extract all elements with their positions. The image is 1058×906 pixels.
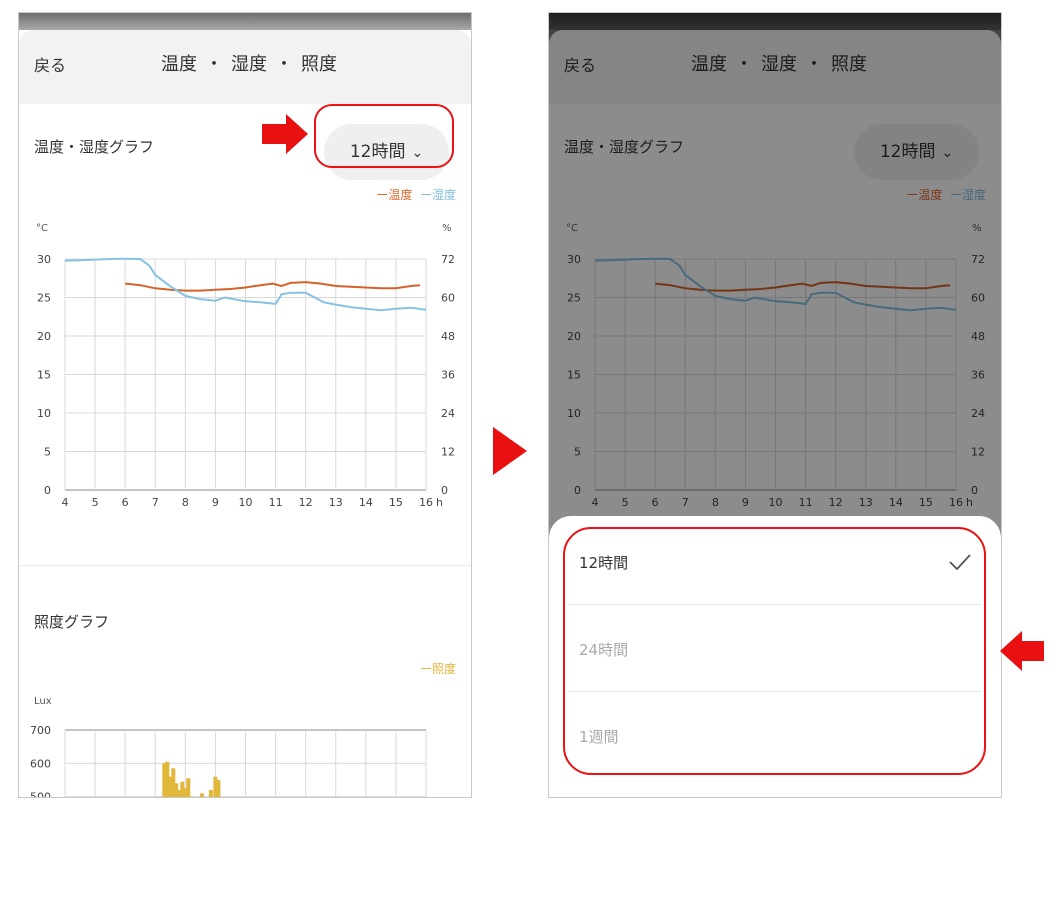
page-title: 温度・湿度・照度	[19, 50, 471, 76]
x-tick-label: 15	[389, 496, 403, 509]
x-tick-label: 16	[419, 496, 433, 509]
legend-temp-swatch: ー	[376, 188, 389, 202]
x-tick-label: 4	[62, 496, 69, 509]
temp-humidity-chart: 05101520253001224364860724 5 6 7 8 9 10 11 12 13 1…	[37, 253, 455, 509]
title-sep: ・	[205, 54, 223, 75]
x-unit-label: h	[436, 496, 443, 509]
legend-humidity-swatch: ー	[419, 188, 432, 202]
title-part-humidity: 湿度	[231, 54, 267, 75]
x-tick-label: 12	[299, 496, 313, 509]
x-tick-label: 5	[92, 496, 99, 509]
range-button-highlight	[314, 104, 454, 168]
x-tick-label: 11	[269, 496, 283, 509]
y-right-tick-label: 36	[441, 369, 455, 382]
x-tick-label: 9	[212, 496, 219, 509]
y-left-tick-label: 20	[37, 330, 51, 343]
lux-bar	[186, 778, 191, 797]
nav-bar: 戻る 温度・湿度・照度	[19, 30, 471, 104]
lux-legend: ー照度	[420, 660, 456, 677]
x-tick-label: 10	[239, 496, 253, 509]
legend-humidity-label: 湿度	[431, 188, 456, 202]
title-part-temp: 温度	[161, 54, 197, 75]
y-right-tick-label: 72	[441, 253, 455, 266]
legend-lux-label: 照度	[431, 662, 456, 676]
lux-bar	[189, 796, 194, 797]
lux-chart: 500 600 700	[30, 724, 427, 798]
y-left-tick-label: 5	[44, 446, 51, 459]
left-arrow-icon	[1000, 631, 1044, 671]
picker-highlight	[563, 527, 986, 775]
lux-section-title: 照度グラフ	[34, 613, 110, 631]
lux-bar	[208, 790, 213, 797]
temp-humidity-section-title: 温度・湿度グラフ	[34, 138, 155, 156]
x-tick-label: 6	[122, 496, 129, 509]
lux-bar	[199, 793, 204, 797]
legend-temp-label: 温度	[388, 188, 413, 202]
y-right-tick-label: 48	[441, 330, 455, 343]
status-bar	[19, 13, 471, 30]
lux-y-unit: Lux	[34, 696, 52, 707]
y-left-tick-label: 30	[37, 253, 51, 266]
y-right-tick-label: 60	[441, 292, 455, 305]
transition-arrow-icon	[493, 427, 527, 475]
x-tick-label: 13	[329, 496, 343, 509]
y-right-tick-label: 12	[441, 446, 455, 459]
legend-lux-swatch: ー	[419, 662, 432, 676]
x-tick-label: 14	[359, 496, 373, 509]
y-tick-label: 700	[30, 724, 51, 737]
chart-legend: ー温度 ー湿度	[376, 186, 456, 203]
x-tick-label: 8	[182, 496, 189, 509]
y-left-tick-label: 0	[44, 484, 51, 497]
y-right-tick-label: 24	[441, 407, 455, 420]
y-tick-label: 600	[30, 757, 51, 770]
y-left-tick-label: 10	[37, 407, 51, 420]
x-tick-label: 7	[152, 496, 159, 509]
y-left-tick-label: 25	[37, 292, 51, 305]
right-arrow-icon	[262, 114, 308, 154]
y-tick-label: 500	[30, 791, 51, 798]
section-divider	[19, 565, 471, 566]
title-sep: ・	[275, 54, 293, 75]
title-part-lux: 照度	[301, 54, 337, 75]
lux-bar	[157, 796, 162, 797]
y-left-tick-label: 15	[37, 369, 51, 382]
lux-bar	[216, 780, 221, 797]
